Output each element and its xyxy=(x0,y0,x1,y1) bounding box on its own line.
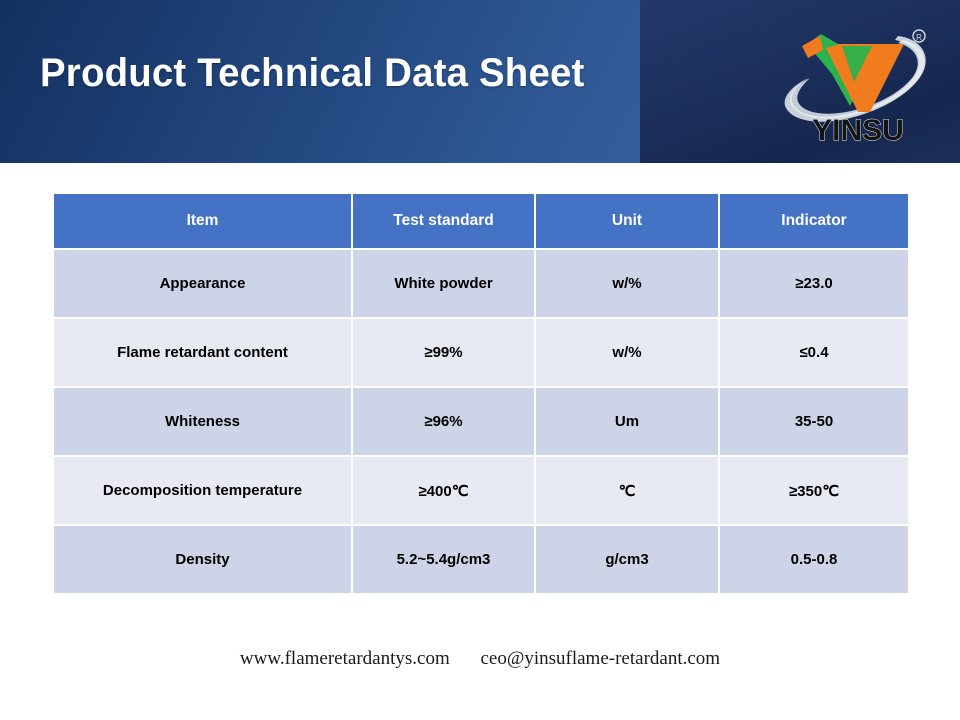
technical-data-table-container: Item Test standard Unit Indicator Appear… xyxy=(52,192,908,595)
cell-test-standard: ≥96% xyxy=(353,388,534,455)
cell-item: Appearance xyxy=(54,250,351,317)
column-header-indicator: Indicator xyxy=(720,194,908,248)
svg-text:R: R xyxy=(916,33,922,42)
registered-trademark-icon: R xyxy=(912,29,926,43)
footer-website[interactable]: www.flameretardantys.com xyxy=(240,648,450,669)
cell-indicator: ≥23.0 xyxy=(720,250,908,317)
cell-indicator: 35-50 xyxy=(720,388,908,455)
cell-unit: w/% xyxy=(536,250,718,317)
column-header-test-standard: Test standard xyxy=(353,194,534,248)
cell-indicator: ≥350℃ xyxy=(720,457,908,524)
cell-unit: Um xyxy=(536,388,718,455)
cell-indicator: 0.5-0.8 xyxy=(720,526,908,593)
cell-item: Flame retardant content xyxy=(54,319,351,386)
cell-test-standard: 5.2~5.4g/cm3 xyxy=(353,526,534,593)
table-header-row: Item Test standard Unit Indicator xyxy=(54,194,908,248)
table-row: Whiteness ≥96% Um 35-50 xyxy=(54,388,908,455)
table-row: Flame retardant content ≥99% w/% ≤0.4 xyxy=(54,319,908,386)
page-title: Product Technical Data Sheet xyxy=(40,51,585,95)
table-row: Decomposition temperature ≥400℃ ℃ ≥350℃ xyxy=(54,457,908,524)
cell-test-standard: ≥99% xyxy=(353,319,534,386)
cell-item: Density xyxy=(54,526,351,593)
technical-data-table: Item Test standard Unit Indicator Appear… xyxy=(52,192,910,595)
table-row: Appearance White powder w/% ≥23.0 xyxy=(54,250,908,317)
cell-test-standard: White powder xyxy=(353,250,534,317)
header-banner: Product Technical Data Sheet R YINSU xyxy=(0,0,960,163)
cell-unit: w/% xyxy=(536,319,718,386)
cell-indicator: ≤0.4 xyxy=(720,319,908,386)
column-header-item: Item xyxy=(54,194,351,248)
cell-test-standard: ≥400℃ xyxy=(353,457,534,524)
logo-wordmark: YINSU xyxy=(812,114,904,147)
table-row: Density 5.2~5.4g/cm3 g/cm3 0.5-0.8 xyxy=(54,526,908,593)
cell-unit: g/cm3 xyxy=(536,526,718,593)
cell-item: Decomposition temperature xyxy=(54,457,351,524)
footer-email[interactable]: ceo@yinsuflame-retardant.com xyxy=(480,648,720,669)
cell-item: Whiteness xyxy=(54,388,351,455)
footer-contact: www.flameretardantys.com ceo@yinsuflame-… xyxy=(0,648,960,670)
yinsu-logo: R YINSU xyxy=(780,22,940,148)
cell-unit: ℃ xyxy=(536,457,718,524)
column-header-unit: Unit xyxy=(536,194,718,248)
